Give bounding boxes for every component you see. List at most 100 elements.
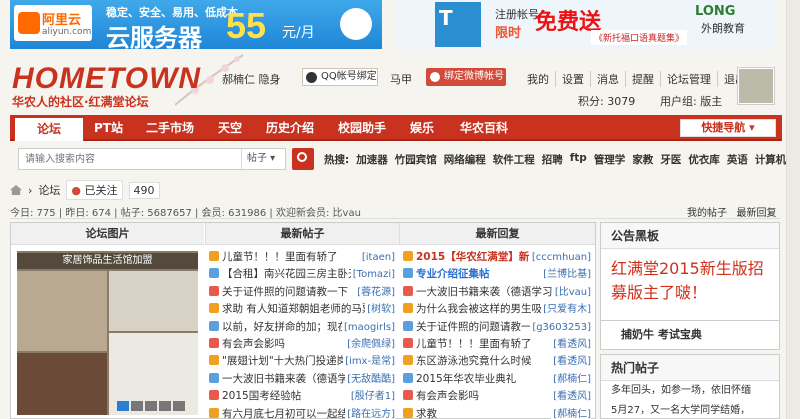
- slide-dot[interactable]: [117, 401, 129, 411]
- list-item[interactable]: 有六月底七月初可以一起结 [路在远方]: [209, 405, 397, 419]
- post-author[interactable]: [g3603253]: [530, 318, 591, 336]
- post-title[interactable]: 一大波旧书籍来袭（德语学习: [222, 373, 359, 385]
- hot-search-item[interactable]: 优衣库: [688, 152, 720, 167]
- hot-search-item[interactable]: 管理学: [594, 152, 626, 167]
- list-item[interactable]: 为什么我会被这样的男生吸 [只爱有木]: [403, 301, 593, 319]
- post-author[interactable]: [maogirls]: [341, 318, 395, 336]
- search-scope-select[interactable]: 帖子 ▾: [241, 149, 287, 169]
- post-title[interactable]: 有会声会影吗: [222, 338, 285, 350]
- hot-search-item[interactable]: 英语: [727, 152, 748, 167]
- hot-search-item[interactable]: 网络编程: [444, 152, 486, 167]
- list-item[interactable]: 关于证件照的问题请教一 [g3603253]: [403, 318, 593, 336]
- list-item[interactable]: 以前，好友拼命的加；现在， [maogirls]: [209, 318, 397, 336]
- hot-search-item[interactable]: 竹园宾馆: [395, 152, 437, 167]
- avatar[interactable]: [738, 68, 774, 104]
- toefl-ad-banner[interactable]: T 注册帐号 限时 免费送 《新托福口语真题集》 LONG 外朗教育: [395, 0, 773, 49]
- settings-link[interactable]: 设置: [555, 71, 590, 87]
- post-title[interactable]: 东区游泳池究竟什么时候: [416, 355, 532, 367]
- post-author[interactable]: [蓉花源]: [355, 283, 395, 302]
- post-title[interactable]: "展翅计划"十大热门投递岗位: [222, 355, 358, 367]
- weibo-bind-button[interactable]: 绑定微博帐号: [426, 68, 506, 86]
- post-author[interactable]: [无敌酷酷]: [345, 370, 395, 389]
- quick-nav-button[interactable]: 快捷导航 ▾: [680, 119, 776, 137]
- aliyun-ad-banner[interactable]: 阿里云 aliyun.com 稳定、安全、易用、低成本 云服务器 55 元/月: [10, 0, 382, 49]
- post-title[interactable]: 求教: [416, 408, 437, 419]
- nav-item-forum[interactable]: 论坛: [14, 117, 84, 141]
- list-item[interactable]: 东区游泳池究竟什么时候 [看透风]: [403, 353, 593, 371]
- list-item[interactable]: 2015年华农毕业典礼 [郝楠仁]: [403, 370, 593, 389]
- hot-search-item[interactable]: 招聘: [542, 152, 563, 167]
- post-title[interactable]: 求助 有人知道郑朝姐老师的马票: [222, 303, 372, 315]
- page-scrollbar[interactable]: [786, 0, 800, 419]
- post-author[interactable]: [看透风]: [551, 388, 591, 406]
- follow-button[interactable]: ● 已关注: [66, 180, 123, 200]
- post-title[interactable]: 2015【华农红满堂】新: [416, 251, 529, 263]
- breadcrumb-forum[interactable]: 论坛: [38, 182, 60, 198]
- list-item[interactable]: 有会声会影吗 [余爬佩绿]: [209, 335, 397, 354]
- post-author[interactable]: [路在远方]: [345, 405, 395, 419]
- credits-link[interactable]: 积分: 3079: [578, 93, 635, 109]
- post-author[interactable]: [imx-是常]: [343, 353, 395, 371]
- nav-item-history[interactable]: 历史介绍: [266, 115, 314, 141]
- list-item[interactable]: 【合租】南兴花园三房主卧天 [Tomazi]: [209, 266, 397, 284]
- usergroup-link[interactable]: 用户组: 版主: [660, 93, 722, 109]
- post-title[interactable]: 一大波旧书籍来袭（德语学习: [416, 286, 553, 298]
- post-author[interactable]: [余爬佩绿]: [345, 335, 395, 354]
- list-item[interactable]: 专业介绍征集帖 [兰博比基]: [403, 266, 593, 284]
- post-title[interactable]: 【合租】南兴花园三房主卧天: [222, 268, 359, 280]
- slide-dot[interactable]: [131, 401, 143, 411]
- post-author[interactable]: [Tomazi]: [350, 266, 395, 284]
- post-title[interactable]: 2015年华农毕业典礼: [416, 373, 516, 385]
- slide-dot[interactable]: [159, 401, 171, 411]
- hot-thread-item[interactable]: 多年回头，如参一场，依旧怀缅: [601, 381, 779, 401]
- list-item[interactable]: "展翅计划"十大热门投递岗位 [imx-是常]: [209, 353, 397, 371]
- nav-item-campus[interactable]: 校园助手: [338, 115, 386, 141]
- hot-thread-item[interactable]: 5月27，又一名大学同学结婚，: [601, 401, 779, 419]
- post-author[interactable]: [看透风]: [551, 353, 591, 371]
- post-title[interactable]: 儿童节！！！里面有轿了: [222, 251, 338, 263]
- list-item[interactable]: 关于证件照的问题请教一下 [蓉花源]: [209, 283, 397, 302]
- hot-search-item[interactable]: ftp: [570, 152, 587, 167]
- post-author[interactable]: [cccmhuan]: [529, 249, 591, 267]
- slide-dot[interactable]: [173, 401, 185, 411]
- slide-dot[interactable]: [145, 401, 157, 411]
- nav-item-market[interactable]: 二手市场: [146, 115, 194, 141]
- search-button[interactable]: [292, 148, 314, 170]
- list-item[interactable]: 求教 [郝楠仁]: [403, 405, 593, 419]
- list-item[interactable]: 2015【华农红满堂】新 [cccmhuan]: [403, 249, 593, 267]
- post-title[interactable]: 有会声会影吗: [416, 390, 479, 402]
- post-title[interactable]: 儿童节！！！里面有轿了: [416, 338, 532, 350]
- search-input[interactable]: [25, 152, 235, 166]
- hot-search-item[interactable]: 软件工程: [493, 152, 535, 167]
- list-item[interactable]: 儿童节！！！里面有轿了 [itaen]: [209, 249, 397, 267]
- post-author[interactable]: [看透风]: [551, 335, 591, 354]
- username-link[interactable]: 郝楠仁 隐身: [222, 71, 281, 87]
- post-author[interactable]: [树软]: [365, 301, 395, 319]
- post-author[interactable]: [郝楠仁]: [551, 370, 591, 389]
- post-author[interactable]: [兰博比基]: [541, 266, 591, 284]
- post-title[interactable]: 专业介绍征集帖: [416, 268, 490, 280]
- nav-item-pt[interactable]: PT站: [94, 115, 123, 141]
- notifications-link[interactable]: 提醒: [625, 71, 660, 87]
- list-item[interactable]: 儿童节！！！里面有轿了 [看透风]: [403, 335, 593, 354]
- post-title[interactable]: 2015国考经验帖: [222, 390, 301, 402]
- my-link[interactable]: 我的: [521, 71, 555, 87]
- nav-item-wiki[interactable]: 华农百科: [460, 115, 508, 141]
- nav-item-fun[interactable]: 娱乐: [410, 115, 434, 141]
- post-title[interactable]: 关于证件照的问题请教一下: [222, 286, 348, 298]
- home-icon[interactable]: [10, 185, 22, 195]
- hot-search-item[interactable]: 家教: [632, 152, 653, 167]
- hot-search-item[interactable]: 加速器: [356, 152, 388, 167]
- post-title[interactable]: 以前，好友拼命的加；现在，: [222, 321, 359, 333]
- notice-body[interactable]: 红满堂2015新生版招募版主了啵！: [601, 249, 779, 313]
- post-author[interactable]: [比vau]: [552, 283, 591, 302]
- list-item[interactable]: 求助 有人知道郑朝姐老师的马票 [树软]: [209, 301, 397, 319]
- photo-slideshow[interactable]: 家居饰品生活馆加盟: [17, 251, 198, 415]
- forum-admin-link[interactable]: 论坛管理: [660, 71, 717, 87]
- list-item[interactable]: 一大波旧书籍来袭（德语学习 [无敌酷酷]: [209, 370, 397, 389]
- site-logo[interactable]: HOMETOWN: [12, 62, 201, 96]
- post-author[interactable]: [殷仔者1]: [348, 388, 395, 406]
- list-item[interactable]: 有会声会影吗 [看透风]: [403, 388, 593, 406]
- alt-account-link[interactable]: 马甲: [390, 71, 412, 87]
- hot-search-item[interactable]: 牙医: [660, 152, 681, 167]
